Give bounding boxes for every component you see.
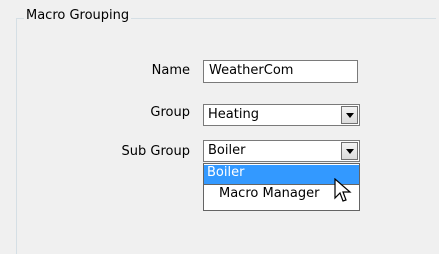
subgroup-label: Sub Group [121, 144, 190, 159]
groupbox-title: Macro Grouping [24, 8, 132, 23]
mouse-pointer-icon [334, 178, 352, 202]
subgroup-dropdown-button[interactable] [341, 142, 358, 160]
chevron-down-icon [346, 113, 354, 118]
macro-grouping-groupbox [16, 18, 436, 254]
subgroup-combobox[interactable]: Boiler [203, 140, 360, 162]
group-label: Group [150, 105, 190, 120]
name-input[interactable]: WeatherCom [203, 60, 358, 83]
group-combobox[interactable]: Heating [203, 104, 360, 126]
name-label: Name [151, 63, 190, 78]
group-dropdown-button[interactable] [341, 106, 358, 124]
subgroup-combobox-value: Boiler [208, 143, 246, 158]
group-combobox-value: Heating [208, 107, 259, 122]
chevron-down-icon [346, 149, 354, 154]
